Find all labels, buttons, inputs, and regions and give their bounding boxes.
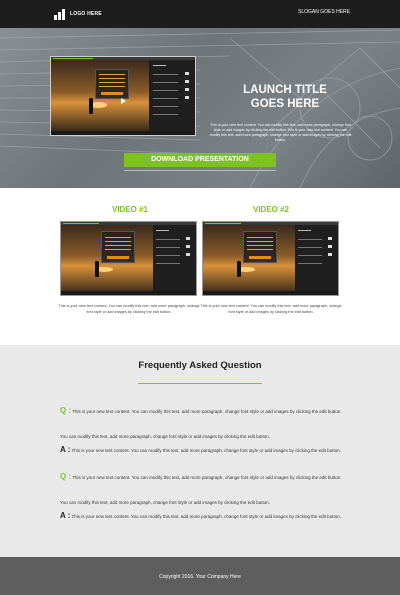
launch-title: LAUNCH TITLE GOES HERE <box>243 84 327 110</box>
video-player[interactable] <box>51 57 195 135</box>
site-footer: Copyright 2016. Your Company Here <box>0 557 400 595</box>
video-2-controls[interactable] <box>203 291 338 295</box>
video-2-player[interactable] <box>202 221 339 296</box>
video-1-title: VIDEO #1 <box>111 205 148 214</box>
videos-section: VIDEO #1 VIDEO #2 This is your new text … <box>0 188 400 345</box>
copyright-text: Copyright 2016. Your Company Here <box>159 574 241 580</box>
answer-mark-label: A : <box>60 445 71 454</box>
faq-text: You can modify this text, add more parag… <box>60 434 270 439</box>
hero-divider <box>124 170 276 171</box>
logo[interactable]: LOGO HERE <box>54 7 102 21</box>
video-2-title: VIDEO #2 <box>252 205 289 214</box>
slogan: SLOGAN GOES HERE <box>298 9 350 15</box>
video-1-player[interactable] <box>60 221 197 296</box>
player-controls[interactable] <box>51 131 195 135</box>
download-presentation-button[interactable]: DOWNLOAD PRESENTATION <box>124 153 276 167</box>
video-2-description: This is your new text content. You can m… <box>200 304 342 314</box>
faq-title: Frequently Asked Question <box>138 360 262 371</box>
faq-divider <box>138 383 262 384</box>
faq-text: You can modify this text, add more parag… <box>60 500 270 505</box>
question-mark-label: Q : <box>60 406 72 415</box>
video-thumbnail <box>51 60 149 131</box>
answer-mark-label: A : <box>60 511 71 520</box>
player-sidebar <box>149 60 195 131</box>
video-1-thumbnail <box>61 225 155 293</box>
logo-text: LOGO HERE <box>70 11 102 17</box>
faq-answer: A : This is your new text content. You c… <box>60 511 341 520</box>
faq-section: Frequently Asked Question Q : This is yo… <box>0 345 400 557</box>
video-1-description: This is your new text content. You can m… <box>58 304 200 314</box>
question-mark-label: Q : <box>60 472 72 481</box>
hero-section: LAUNCH TITLE GOES HERE This is your new … <box>0 28 400 188</box>
site-header: LOGO HERE SLOGAN GOES HERE <box>0 0 400 28</box>
faq-answer: A : This is your new text content. You c… <box>60 445 341 454</box>
logo-bars-icon <box>54 8 66 20</box>
play-icon[interactable] <box>121 98 126 104</box>
video-1-controls[interactable] <box>61 291 196 295</box>
faq-question: Q : This is your new text content. You c… <box>60 406 342 415</box>
faq-question: Q : This is your new text content. You c… <box>60 472 342 481</box>
launch-description: This is your new text content. You can m… <box>209 123 352 142</box>
hero-video-player[interactable] <box>50 56 196 136</box>
video-2-thumbnail <box>203 225 297 293</box>
